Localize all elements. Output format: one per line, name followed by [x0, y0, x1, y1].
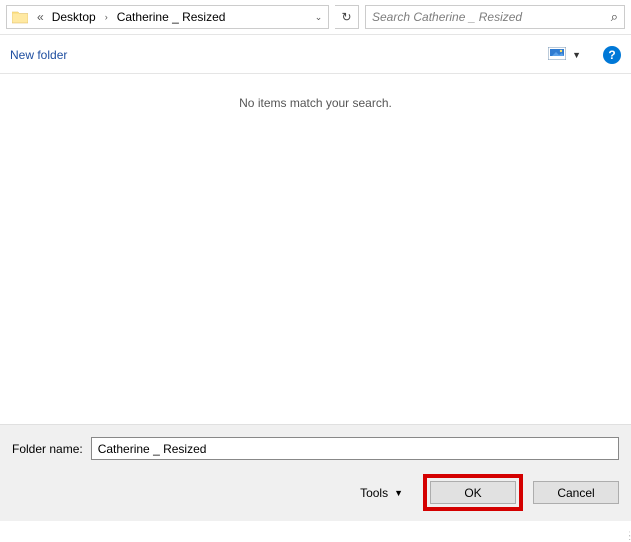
help-icon: ? [608, 48, 615, 62]
chevron-right-icon: › [102, 12, 111, 22]
folder-icon [11, 8, 29, 26]
resize-grip-icon[interactable]: .:.:: [628, 532, 629, 540]
breadcrumb-parent[interactable]: Desktop [48, 8, 100, 26]
ok-highlight: OK [423, 474, 523, 511]
ok-button[interactable]: OK [430, 481, 516, 504]
new-folder-button[interactable]: New folder [10, 48, 67, 62]
breadcrumb: « Desktop › Catherine _ Resized [33, 8, 308, 26]
address-dropdown-icon[interactable]: ⌄ [308, 12, 328, 23]
help-button[interactable]: ? [603, 46, 621, 64]
chevron-down-icon: ▼ [394, 488, 403, 498]
address-bar[interactable]: « Desktop › Catherine _ Resized ⌄ [6, 5, 329, 29]
breadcrumb-overflow-icon[interactable]: « [35, 10, 46, 24]
picture-icon [548, 47, 566, 63]
refresh-button[interactable]: ↻ [335, 5, 359, 29]
breadcrumb-current[interactable]: Catherine _ Resized [113, 8, 230, 26]
refresh-icon: ↻ [341, 10, 351, 24]
empty-message: No items match your search. [0, 96, 631, 110]
folder-name-input[interactable] [91, 437, 619, 460]
cancel-button[interactable]: Cancel [533, 481, 619, 504]
file-list-area: No items match your search. [0, 74, 631, 424]
view-mode-button[interactable]: ▼ [544, 45, 585, 65]
search-input[interactable] [372, 10, 611, 24]
tools-menu[interactable]: Tools ▼ [360, 486, 403, 500]
search-box[interactable]: ⌕ [365, 5, 625, 29]
search-icon[interactable]: ⌕ [611, 9, 618, 25]
folder-name-label: Folder name: [12, 442, 83, 456]
chevron-down-icon: ▼ [572, 50, 581, 60]
tools-label: Tools [360, 486, 388, 500]
